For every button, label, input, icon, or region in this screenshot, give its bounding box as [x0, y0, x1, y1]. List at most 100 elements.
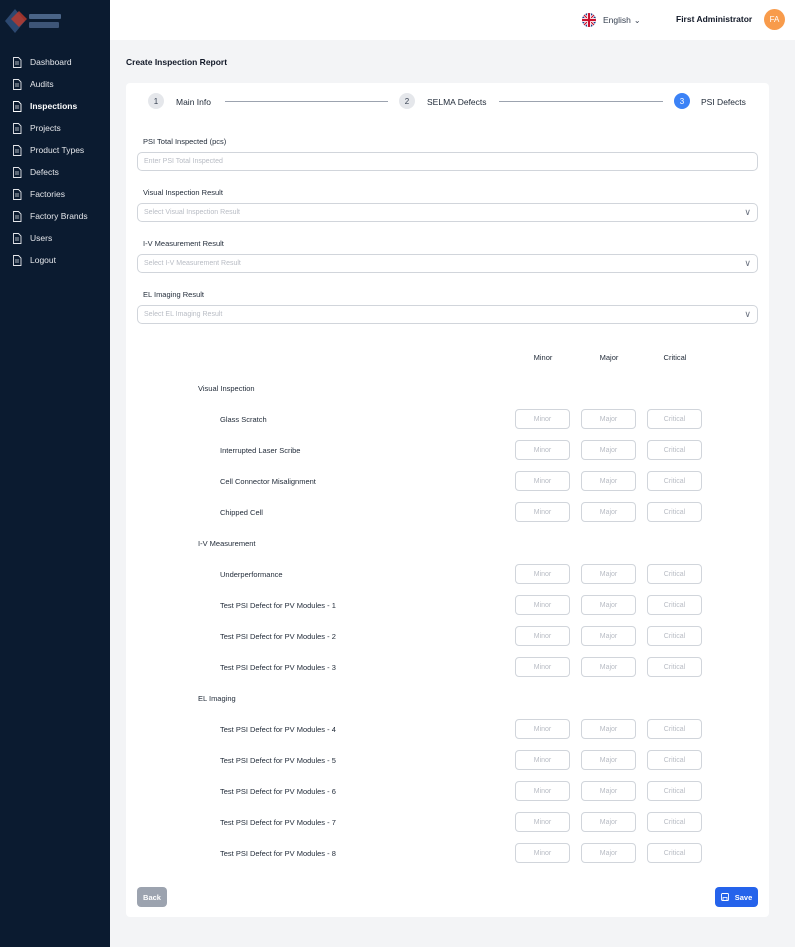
major-count-input[interactable]: Major — [581, 812, 636, 832]
sidebar-item-factories[interactable]: Factories — [0, 183, 110, 205]
defect-row-label: Test PSI Defect for PV Modules - 2 — [220, 632, 336, 641]
minor-count-input[interactable]: Minor — [515, 719, 570, 739]
step-2-number[interactable]: 2 — [399, 93, 415, 109]
sidebar-item-audits[interactable]: Audits — [0, 73, 110, 95]
sidebar-item-users[interactable]: Users — [0, 227, 110, 249]
minor-count-input[interactable]: Minor — [515, 502, 570, 522]
sidebar-nav: Dashboard Audits Inspections Projects Pr… — [0, 51, 110, 271]
step-2-label[interactable]: SELMA Defects — [427, 97, 487, 107]
el-result-placeholder: Select EL Imaging Result — [144, 311, 223, 318]
visual-result-placeholder: Select Visual Inspection Result — [144, 209, 240, 216]
sidebar-item-label: Dashboard — [30, 57, 72, 67]
minor-count-input[interactable]: Minor — [515, 843, 570, 863]
defect-row-label: Chipped Cell — [220, 508, 263, 517]
minor-count-input[interactable]: Minor — [515, 564, 570, 584]
defect-group-title: I-V Measurement — [198, 539, 256, 548]
minor-count-input[interactable]: Minor — [515, 626, 570, 646]
total-inspected-input[interactable]: Enter PSI Total Inspected — [137, 152, 758, 171]
defect-row-label: Underperformance — [220, 570, 283, 579]
critical-count-input[interactable]: Critical — [647, 626, 702, 646]
critical-count-input[interactable]: Critical — [647, 502, 702, 522]
sidebar-item-label: Projects — [30, 123, 61, 133]
sidebar-item-label: Audits — [30, 79, 54, 89]
sidebar-item-factory-brands[interactable]: Factory Brands — [0, 205, 110, 227]
minor-count-input[interactable]: Minor — [515, 812, 570, 832]
major-count-input[interactable]: Major — [581, 843, 636, 863]
critical-count-input[interactable]: Critical — [647, 843, 702, 863]
language-selector[interactable]: English ⌄ — [582, 11, 641, 29]
defect-group-title: EL Imaging — [198, 694, 236, 703]
defect-row-label: Glass Scratch — [220, 415, 267, 424]
chevron-down-icon: ∨ — [744, 258, 751, 268]
sidebar-item-inspections[interactable]: Inspections — [0, 95, 110, 117]
column-header-major: Major — [599, 353, 619, 362]
step-connector — [499, 101, 663, 102]
step-3-label[interactable]: PSI Defects — [701, 97, 746, 107]
defect-row-label: Test PSI Defect for PV Modules - 1 — [220, 601, 336, 610]
column-header-minor: Minor — [533, 353, 553, 362]
visual-result-label: Visual Inspection Result — [143, 188, 223, 197]
sidebar-item-dashboard[interactable]: Dashboard — [0, 51, 110, 73]
el-result-select[interactable]: Select EL Imaging Result ∨ — [137, 305, 758, 324]
critical-count-input[interactable]: Critical — [647, 471, 702, 491]
minor-count-input[interactable]: Minor — [515, 657, 570, 677]
save-icon — [720, 893, 729, 901]
major-count-input[interactable]: Major — [581, 657, 636, 677]
step-3-number[interactable]: 3 — [674, 93, 690, 109]
major-count-input[interactable]: Major — [581, 471, 636, 491]
major-count-input[interactable]: Major — [581, 719, 636, 739]
total-inspected-placeholder: Enter PSI Total Inspected — [144, 158, 223, 165]
save-button[interactable]: Save — [715, 887, 758, 907]
company-logo[interactable] — [3, 5, 65, 37]
minor-count-input[interactable]: Minor — [515, 409, 570, 429]
critical-count-input[interactable]: Critical — [647, 719, 702, 739]
major-count-input[interactable]: Major — [581, 502, 636, 522]
step-connector — [225, 101, 388, 102]
sidebar-item-defects[interactable]: Defects — [0, 161, 110, 183]
critical-count-input[interactable]: Critical — [647, 812, 702, 832]
document-icon — [13, 188, 22, 200]
uk-flag-icon — [582, 13, 596, 27]
iv-result-select[interactable]: Select I-V Measurement Result ∨ — [137, 254, 758, 273]
user-name[interactable]: First Administrator — [676, 14, 752, 24]
major-count-input[interactable]: Major — [581, 564, 636, 584]
minor-count-input[interactable]: Minor — [515, 471, 570, 491]
visual-result-select[interactable]: Select Visual Inspection Result ∨ — [137, 203, 758, 222]
major-count-input[interactable]: Major — [581, 409, 636, 429]
sidebar-item-product-types[interactable]: Product Types — [0, 139, 110, 161]
minor-count-input[interactable]: Minor — [515, 440, 570, 460]
minor-count-input[interactable]: Minor — [515, 750, 570, 770]
sidebar-item-projects[interactable]: Projects — [0, 117, 110, 139]
minor-count-input[interactable]: Minor — [515, 595, 570, 615]
back-button[interactable]: Back — [137, 887, 167, 907]
page-title: Create Inspection Report — [126, 57, 228, 67]
sidebar-item-label: Logout — [30, 255, 56, 265]
step-1-number[interactable]: 1 — [148, 93, 164, 109]
document-icon — [13, 232, 22, 244]
sidebar-item-logout[interactable]: Logout — [0, 249, 110, 271]
critical-count-input[interactable]: Critical — [647, 781, 702, 801]
major-count-input[interactable]: Major — [581, 626, 636, 646]
sidebar-item-label: Users — [30, 233, 53, 243]
critical-count-input[interactable]: Critical — [647, 564, 702, 584]
critical-count-input[interactable]: Critical — [647, 409, 702, 429]
avatar[interactable]: FA — [764, 9, 785, 30]
critical-count-input[interactable]: Critical — [647, 657, 702, 677]
major-count-input[interactable]: Major — [581, 781, 636, 801]
major-count-input[interactable]: Major — [581, 440, 636, 460]
defect-row-label: Test PSI Defect for PV Modules - 3 — [220, 663, 336, 672]
critical-count-input[interactable]: Critical — [647, 750, 702, 770]
el-result-label: EL Imaging Result — [143, 290, 205, 299]
defect-row-label: Test PSI Defect for PV Modules - 6 — [220, 787, 336, 796]
sidebar-item-label: Factories — [30, 189, 65, 199]
language-label: English — [603, 15, 631, 25]
document-icon — [13, 100, 22, 112]
critical-count-input[interactable]: Critical — [647, 595, 702, 615]
major-count-input[interactable]: Major — [581, 750, 636, 770]
major-count-input[interactable]: Major — [581, 595, 636, 615]
document-icon — [13, 254, 22, 266]
step-1-label[interactable]: Main Info — [176, 97, 211, 107]
minor-count-input[interactable]: Minor — [515, 781, 570, 801]
sidebar-item-label: Factory Brands — [30, 211, 88, 221]
critical-count-input[interactable]: Critical — [647, 440, 702, 460]
